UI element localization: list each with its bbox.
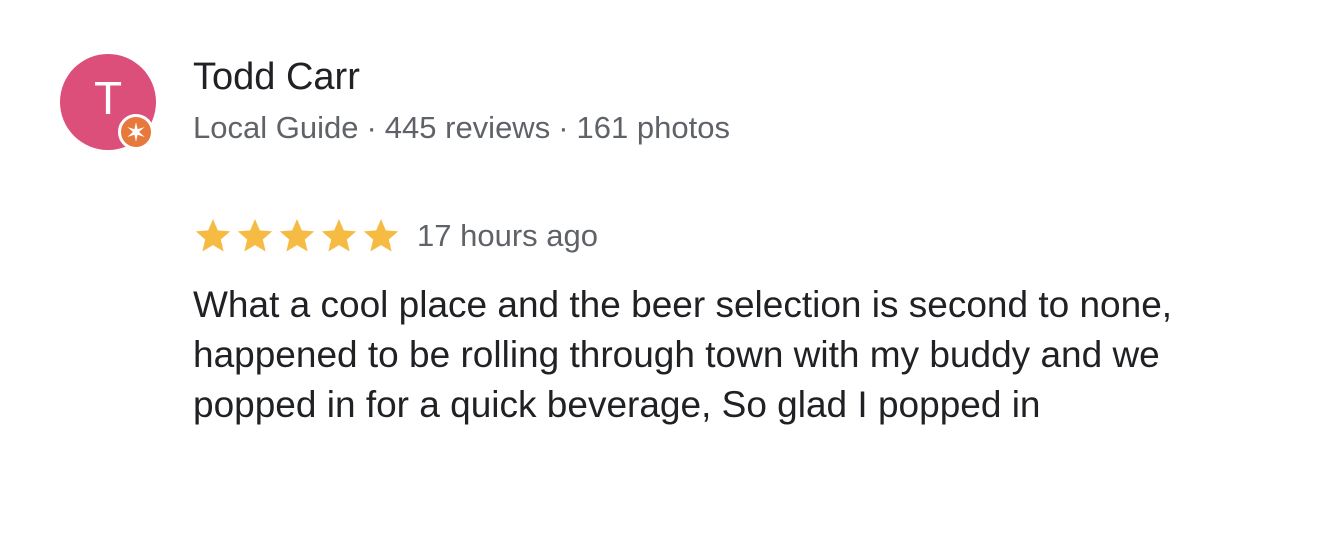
reviewer-photo-count: 161 photos bbox=[576, 110, 730, 145]
star-icon bbox=[321, 219, 357, 252]
local-guide-badge-icon bbox=[118, 114, 154, 150]
star-icon bbox=[363, 219, 399, 252]
star-icon bbox=[195, 219, 231, 252]
reviewer-review-count: 445 reviews bbox=[384, 110, 551, 145]
star-icon bbox=[279, 219, 315, 252]
rating-row: 17 hours ago bbox=[193, 214, 598, 258]
meta-separator: · bbox=[366, 110, 377, 145]
review-time: 17 hours ago bbox=[417, 218, 598, 253]
star-rating bbox=[193, 216, 403, 256]
reviewer-role: Local Guide bbox=[193, 110, 359, 145]
review-card: T Todd Carr Local Guide · 445 reviews · 161 … bbox=[0, 0, 1320, 550]
reviewer-meta: Local Guide · 445 reviews · 161 photos bbox=[193, 110, 730, 146]
reviewer-name[interactable]: Todd Carr bbox=[193, 56, 360, 99]
meta-separator: · bbox=[558, 110, 569, 145]
star-icon bbox=[237, 219, 273, 252]
review-text: What a cool place and the beer selection… bbox=[193, 284, 1173, 425]
